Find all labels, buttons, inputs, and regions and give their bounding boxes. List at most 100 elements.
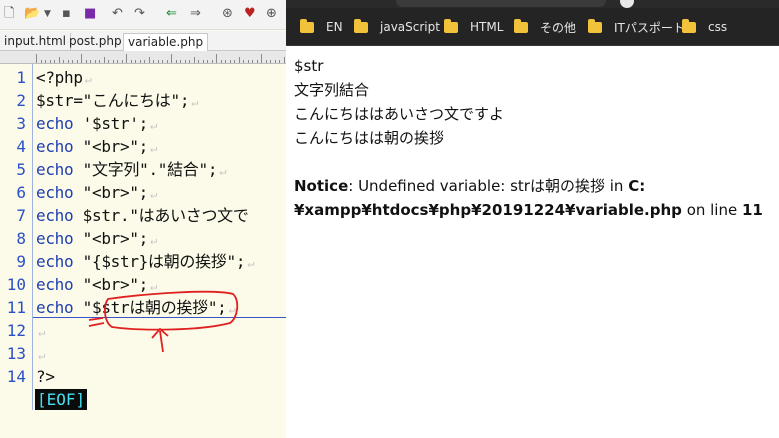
keyword: echo (36, 183, 74, 202)
code-line: echo "<br>"; ↵ (36, 227, 157, 250)
code-line: echo "文字列"."結合"; ↵ (36, 158, 226, 181)
keyword: echo (36, 298, 74, 317)
ruler-tick (220, 60, 222, 63)
line-number-gutter: 1 2 3 4 5 6 7 8 9 10 11 12 13 14 (0, 64, 32, 438)
line-end-marker: ↵ (150, 233, 157, 247)
tab-post-php[interactable]: post.php (65, 33, 127, 51)
open-folder-icon[interactable]: 📂 (24, 5, 40, 23)
ruler-tick (54, 60, 55, 63)
bookmark-it-passport[interactable]: ITパスポート (588, 17, 685, 37)
annotation-underline-2 (88, 322, 105, 327)
code-line: <?php ↵ (36, 66, 92, 89)
annotation-arrow-shaft (159, 330, 164, 353)
profile-avatar[interactable] (620, 0, 634, 8)
ruler-tick (225, 60, 226, 63)
gutter-divider (32, 64, 33, 410)
bookmark-javascript[interactable]: javaScript (354, 17, 440, 37)
tab-input-html[interactable]: input.html (0, 33, 72, 51)
code-text: ?> (36, 367, 55, 386)
line-number: 5 (16, 160, 26, 179)
find-next-icon[interactable]: ♥ (244, 5, 256, 23)
line-end-marker: ↵ (38, 348, 45, 362)
line-end-marker: ↵ (150, 141, 157, 155)
ruler-tick (247, 60, 249, 63)
ruler-tick (94, 60, 96, 63)
ruler-tick (135, 60, 136, 63)
ruler-tick (256, 60, 258, 63)
line-number: 13 (6, 344, 26, 363)
ruler-tick (130, 60, 132, 63)
code-line: echo "<br>"; ↵ (36, 273, 157, 296)
code-line: echo $str."はあいさつ文で (36, 204, 249, 227)
ruler-tick (148, 57, 150, 63)
line-end-marker: ↵ (84, 72, 92, 86)
new-file-icon[interactable]: 🗋 (4, 5, 14, 23)
keyword: echo (36, 229, 74, 248)
line-number: 14 (6, 367, 26, 386)
ruler-tick (121, 60, 123, 63)
ruler-tick (180, 60, 181, 63)
keyword: echo (36, 275, 74, 294)
ruler-tick (229, 60, 231, 63)
line-end-marker: ↵ (150, 279, 157, 293)
output-line: こんにちはは朝の挨拶 (294, 129, 445, 147)
address-bar[interactable] (396, 0, 606, 7)
notice-label: Notice (294, 177, 349, 195)
keyword: echo (36, 206, 74, 225)
line-number: 9 (16, 252, 26, 271)
ruler-tick (85, 60, 87, 63)
folder-icon (444, 18, 458, 33)
line-number: 8 (16, 229, 26, 248)
forward-icon[interactable]: ⇒ (190, 5, 201, 23)
column-ruler (0, 51, 286, 64)
code-text: $str."はあいさつ文で (73, 206, 249, 225)
chevron-down-icon[interactable]: ▼ (44, 5, 51, 23)
bookmark-css[interactable]: css (682, 17, 727, 37)
line-end-marker: ↵ (219, 164, 227, 178)
output-line: 文字列結合 (294, 81, 370, 99)
ruler-tick (58, 57, 60, 63)
ruler-tick (126, 54, 127, 63)
output-line: こんにちははあいさつ文ですよ (294, 105, 505, 123)
annotation-arrow-head (151, 327, 169, 339)
output-line: $str (294, 57, 324, 75)
ruler-tick (171, 54, 172, 63)
bookmark-other[interactable]: その他 (514, 17, 576, 37)
code-line: echo "$strは朝の挨拶"; ↵ (36, 296, 236, 319)
bookmark-en[interactable]: EN (300, 17, 343, 37)
ruler-tick (63, 60, 64, 63)
save-icon[interactable]: ▪ (62, 5, 71, 23)
line-number: 10 (6, 275, 26, 294)
code-text: "$strは朝の挨拶"; (73, 298, 227, 317)
bookmark-html[interactable]: HTML (444, 17, 503, 37)
back-icon[interactable]: ⇐ (166, 5, 177, 23)
ruler-tick (108, 60, 109, 63)
line-number: 1 (16, 68, 26, 87)
ruler-tick (238, 57, 240, 63)
ruler-tick (207, 60, 208, 63)
ruler-tick (265, 60, 267, 63)
save-all-icon[interactable]: ■ (84, 5, 96, 23)
ruler-tick (252, 60, 253, 63)
keyword: echo (36, 137, 74, 156)
tab-variable-php[interactable]: variable.php (123, 33, 209, 51)
folder-icon (514, 18, 528, 33)
replace-icon[interactable]: ⊕ (266, 5, 277, 23)
line-number: 7 (16, 206, 26, 225)
undo-icon[interactable]: ↶ (112, 5, 123, 23)
find-icon[interactable]: ⊛ (222, 5, 233, 23)
keyword: echo (36, 114, 74, 133)
ruler-tick (189, 60, 190, 63)
ruler-tick (157, 60, 159, 63)
current-line-indicator (33, 317, 286, 318)
ruler-tick (175, 60, 177, 63)
line-number: 4 (16, 137, 26, 156)
ruler-tick (144, 60, 145, 63)
ruler-tick (279, 60, 280, 63)
ruler-tick (274, 60, 276, 63)
ruler-tick (193, 57, 195, 63)
redo-icon[interactable]: ↷ (134, 5, 145, 23)
ruler-tick (45, 60, 46, 63)
code-text: "<br>"; (73, 183, 149, 202)
code-editor[interactable]: 🗋 📂 ▼ ▪ ■ ↶ ↷ ⇐ ⇒ ⊛ ♥ ⊕ input.html post.… (0, 0, 286, 438)
